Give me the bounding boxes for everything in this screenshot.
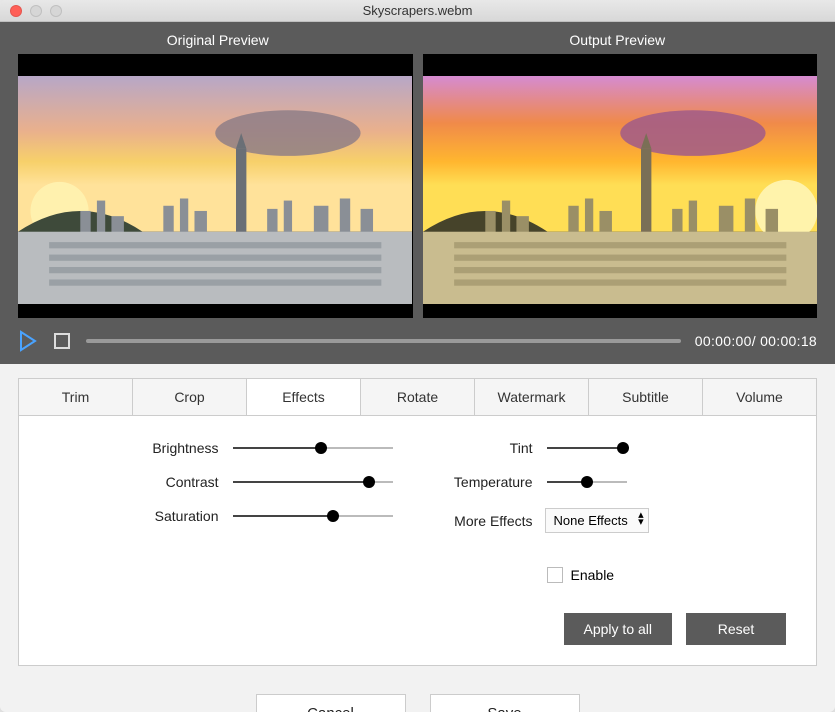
saturation-label: Saturation [129,508,219,524]
tint-slider[interactable] [547,445,627,451]
preview-area: Original Preview Output Preview [0,22,835,364]
playback-controls: 00:00:00/ 00:00:18 [18,330,817,352]
enable-checkbox[interactable] [547,567,563,583]
window-title: Skyscrapers.webm [0,3,835,18]
more-effects-label: More Effects [443,513,533,529]
timeline-slider[interactable] [86,339,681,343]
tab-volume[interactable]: Volume [703,379,816,415]
original-preview-label: Original Preview [18,32,418,54]
apply-to-all-button[interactable]: Apply to all [564,613,672,645]
current-time: 00:00:00 [695,333,752,349]
editor-panel: Trim Crop Effects Rotate Watermark Subti… [0,364,835,676]
play-button[interactable] [18,330,38,352]
output-preview-image [423,76,817,304]
updown-icon: ▴▾ [638,512,644,526]
output-preview-label: Output Preview [418,32,818,54]
output-preview [423,54,818,318]
reset-button[interactable]: Reset [686,613,786,645]
tab-watermark[interactable]: Watermark [475,379,589,415]
brightness-label: Brightness [129,440,219,456]
contrast-slider[interactable] [233,479,393,485]
tab-subtitle[interactable]: Subtitle [589,379,703,415]
effects-panel: Brightness Contrast Saturation [18,416,817,666]
saturation-slider[interactable] [233,513,393,519]
enable-label: Enable [571,567,615,583]
playback-time: 00:00:00/ 00:00:18 [695,333,817,349]
titlebar: Skyscrapers.webm [0,0,835,22]
tab-crop[interactable]: Crop [133,379,247,415]
app-window: Skyscrapers.webm Original Preview Output… [0,0,835,712]
footer-buttons: Cancel Save [0,676,835,712]
original-preview-image [18,76,412,304]
contrast-label: Contrast [129,474,219,490]
save-button[interactable]: Save [430,694,580,712]
brightness-slider[interactable] [233,445,393,451]
tab-bar: Trim Crop Effects Rotate Watermark Subti… [18,378,817,416]
duration: 00:00:18 [760,333,817,349]
stop-button[interactable] [52,331,72,351]
tab-effects[interactable]: Effects [247,379,361,415]
cancel-button[interactable]: Cancel [256,694,406,712]
more-effects-select[interactable]: None Effects ▴▾ [545,508,649,533]
temperature-label: Temperature [443,474,533,490]
tint-label: Tint [443,440,533,456]
original-preview [18,54,413,318]
tab-trim[interactable]: Trim [19,379,133,415]
temperature-slider[interactable] [547,479,627,485]
tab-rotate[interactable]: Rotate [361,379,475,415]
